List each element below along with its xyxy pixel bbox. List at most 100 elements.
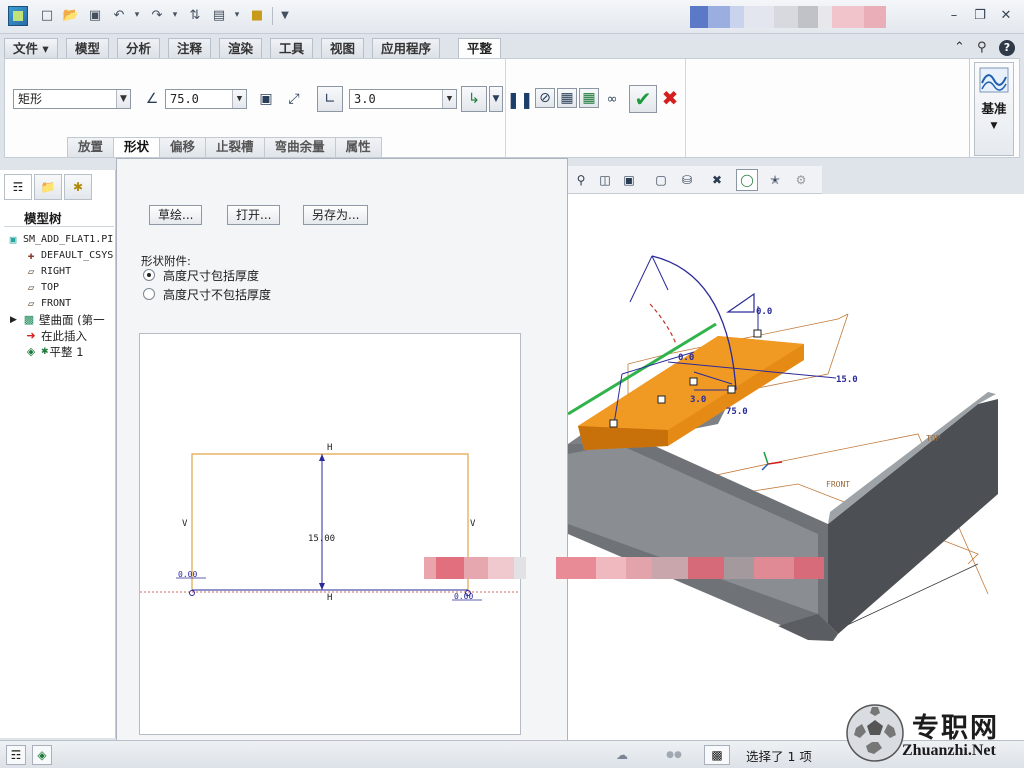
- tree-node-wall[interactable]: ▶ ▩ 壁曲面 (第一: [10, 312, 105, 327]
- bend-radius-dropdown-icon[interactable]: ▼: [489, 86, 503, 112]
- plane-icon: ▱: [27, 297, 35, 310]
- open-button[interactable]: 打开...: [227, 205, 281, 225]
- display-style-icon[interactable]: ⛁: [676, 169, 698, 191]
- csys-display-icon[interactable]: ✭: [764, 169, 786, 191]
- tree-node-front[interactable]: ▱ FRONT: [24, 296, 71, 311]
- radio-selected-icon: [143, 269, 155, 281]
- help-icon[interactable]: ?: [999, 40, 1015, 56]
- spin-center-icon[interactable]: ⚙: [790, 169, 812, 191]
- tree-node-csys[interactable]: ✚ DEFAULT_CSYS: [24, 248, 114, 263]
- dim-height-label[interactable]: 15.0: [836, 375, 858, 385]
- divider: [4, 226, 114, 227]
- model-tree-title: 模型树: [24, 211, 62, 226]
- windows-dropdown-icon[interactable]: ▾: [228, 6, 246, 24]
- subtab-relief[interactable]: 止裂槽: [205, 137, 265, 157]
- tab-tools[interactable]: 工具: [270, 38, 314, 58]
- pause-icon[interactable]: ❚❚: [507, 88, 534, 110]
- flip-direction-icon[interactable]: ⤢: [283, 88, 305, 110]
- dim-angle-label[interactable]: 0.0: [756, 307, 772, 317]
- tree-node-top[interactable]: ▱ TOP: [24, 280, 59, 295]
- expand-icon[interactable]: ▶: [10, 315, 22, 325]
- subtab-offset[interactable]: 偏移: [159, 137, 207, 157]
- verify-glasses-icon[interactable]: ∞: [601, 88, 623, 110]
- dim-offset-label[interactable]: 0.0: [678, 353, 694, 363]
- app-icon[interactable]: [8, 6, 28, 26]
- restore-icon[interactable]: ❐: [972, 8, 988, 24]
- angle-input[interactable]: 75.0 ▼: [165, 89, 247, 109]
- verify-preview-icon[interactable]: ▦: [579, 88, 599, 108]
- dim-thickness-label[interactable]: 3.0: [690, 395, 706, 405]
- preview-icon[interactable]: ▦: [557, 88, 577, 108]
- model-tree-toggle-icon[interactable]: ☶: [6, 745, 26, 765]
- redo-dropdown-icon[interactable]: ▾: [166, 6, 184, 24]
- tree-node-label: TOP: [41, 282, 60, 293]
- radio-label: 高度尺寸不包括厚度: [163, 287, 272, 302]
- shading-icon[interactable]: ▣: [618, 169, 640, 191]
- datum-button[interactable]: 基准 ▼: [974, 62, 1014, 156]
- sketch-zero-dim-right[interactable]: 0.00: [454, 592, 473, 601]
- selection-status-text: 选择了 1 项: [746, 749, 812, 764]
- close-icon[interactable]: ✕: [998, 8, 1014, 24]
- search-icon[interactable]: ⚲: [977, 40, 987, 55]
- subtab-bend-allowance[interactable]: 弯曲余量: [263, 137, 336, 157]
- radio-exclude-thickness[interactable]: 高度尺寸不包括厚度: [143, 286, 271, 302]
- minimize-icon[interactable]: –: [946, 8, 962, 24]
- subtab-properties[interactable]: 属性: [334, 137, 382, 157]
- windows-icon[interactable]: ▤: [210, 6, 228, 24]
- graphics-toolbar: ⚲ ◫ ▣ ▢ ⛁ ✖ ◯ ✭ ⚙: [568, 166, 822, 194]
- radio-include-thickness[interactable]: 高度尺寸包括厚度: [143, 267, 259, 283]
- tab-model[interactable]: 模型: [66, 38, 110, 58]
- redo-icon[interactable]: ↷: [148, 6, 166, 24]
- undo-dropdown-icon[interactable]: ▾: [128, 6, 146, 24]
- no-preview-icon[interactable]: ⊘: [535, 88, 555, 108]
- tab-applications[interactable]: 应用程序: [372, 38, 441, 58]
- regenerate-icon[interactable]: ⇅: [186, 6, 204, 24]
- thickness-input[interactable]: 3.0 ▼: [349, 89, 457, 109]
- tab-file[interactable]: 文件 ▾: [4, 38, 58, 58]
- ribbon-tabs: 文件 ▾ 模型 分析 注释 渲染 工具 视图 应用程序 平整 ⌃ ⚲ ?: [0, 36, 1024, 59]
- graphics-viewport[interactable]: 0.0 0.0 15.0 3.0 75.0 TOP FRONT: [567, 194, 1024, 740]
- sketch-height-dim[interactable]: 15.00: [308, 534, 335, 544]
- tab-annotate[interactable]: 注释: [168, 38, 212, 58]
- subtab-shape[interactable]: 形状: [113, 137, 161, 157]
- zoom-out-icon[interactable]: ⚲: [570, 169, 592, 191]
- model-tree-tab-icon[interactable]: ☶: [4, 174, 32, 200]
- tree-node-flat[interactable]: ◈ ✱ 平整 1: [24, 344, 84, 359]
- new-icon[interactable]: □: [38, 6, 56, 24]
- ok-checkmark-icon[interactable]: ✔: [629, 85, 657, 113]
- collapse-ribbon-icon[interactable]: ⌃: [954, 40, 965, 55]
- tab-render[interactable]: 渲染: [219, 38, 263, 58]
- tab-analysis[interactable]: 分析: [117, 38, 161, 58]
- folder-browser-tab-icon[interactable]: 📁: [34, 174, 62, 200]
- tree-node-insert-here[interactable]: ➜ 在此插入: [24, 328, 87, 343]
- tree-node-part[interactable]: ▣ SM_ADD_FLAT1.PI: [6, 232, 114, 247]
- selection-filter-icon[interactable]: ▩: [704, 745, 730, 765]
- customize-icon[interactable]: ▼: [276, 6, 294, 24]
- tab-flat-active[interactable]: 平整: [458, 38, 502, 59]
- shape-type-dropdown[interactable]: 矩形 ▼: [13, 89, 131, 109]
- sketch-button[interactable]: 草绘...: [149, 205, 203, 225]
- saved-views-icon[interactable]: ▢: [650, 169, 672, 191]
- favorites-tab-icon[interactable]: ✱: [64, 174, 92, 200]
- tree-node-label: 平整 1: [49, 344, 84, 359]
- browser-toggle-icon[interactable]: ◈: [32, 745, 52, 765]
- thickness-side-icon[interactable]: ∟: [317, 86, 343, 112]
- undo-icon[interactable]: ↶: [110, 6, 128, 24]
- datum-display-icon[interactable]: ✖: [706, 169, 728, 191]
- bend-radius-icon[interactable]: ↳: [461, 86, 487, 112]
- zoom-fit-icon[interactable]: ◫: [594, 169, 616, 191]
- dim-bend-angle-label[interactable]: 75.0: [726, 407, 748, 417]
- open-icon[interactable]: 📂: [62, 6, 80, 24]
- bend-on-edge-icon[interactable]: ▣: [255, 88, 277, 110]
- tab-view[interactable]: 视图: [321, 38, 365, 58]
- sketch-zero-dim-left[interactable]: 0.00: [178, 570, 197, 579]
- wall-icon: ▩: [23, 313, 35, 326]
- cancel-icon[interactable]: ✖: [659, 86, 681, 110]
- tab-file-label: 文件: [13, 41, 39, 56]
- subtab-placement[interactable]: 放置: [67, 137, 115, 157]
- close-window-icon[interactable]: ■: [248, 6, 266, 24]
- save-icon[interactable]: ▣: [86, 6, 104, 24]
- annotation-display-icon[interactable]: ◯: [736, 169, 758, 191]
- tree-node-right[interactable]: ▱ RIGHT: [24, 264, 71, 279]
- save-as-button[interactable]: 另存为...: [303, 205, 369, 225]
